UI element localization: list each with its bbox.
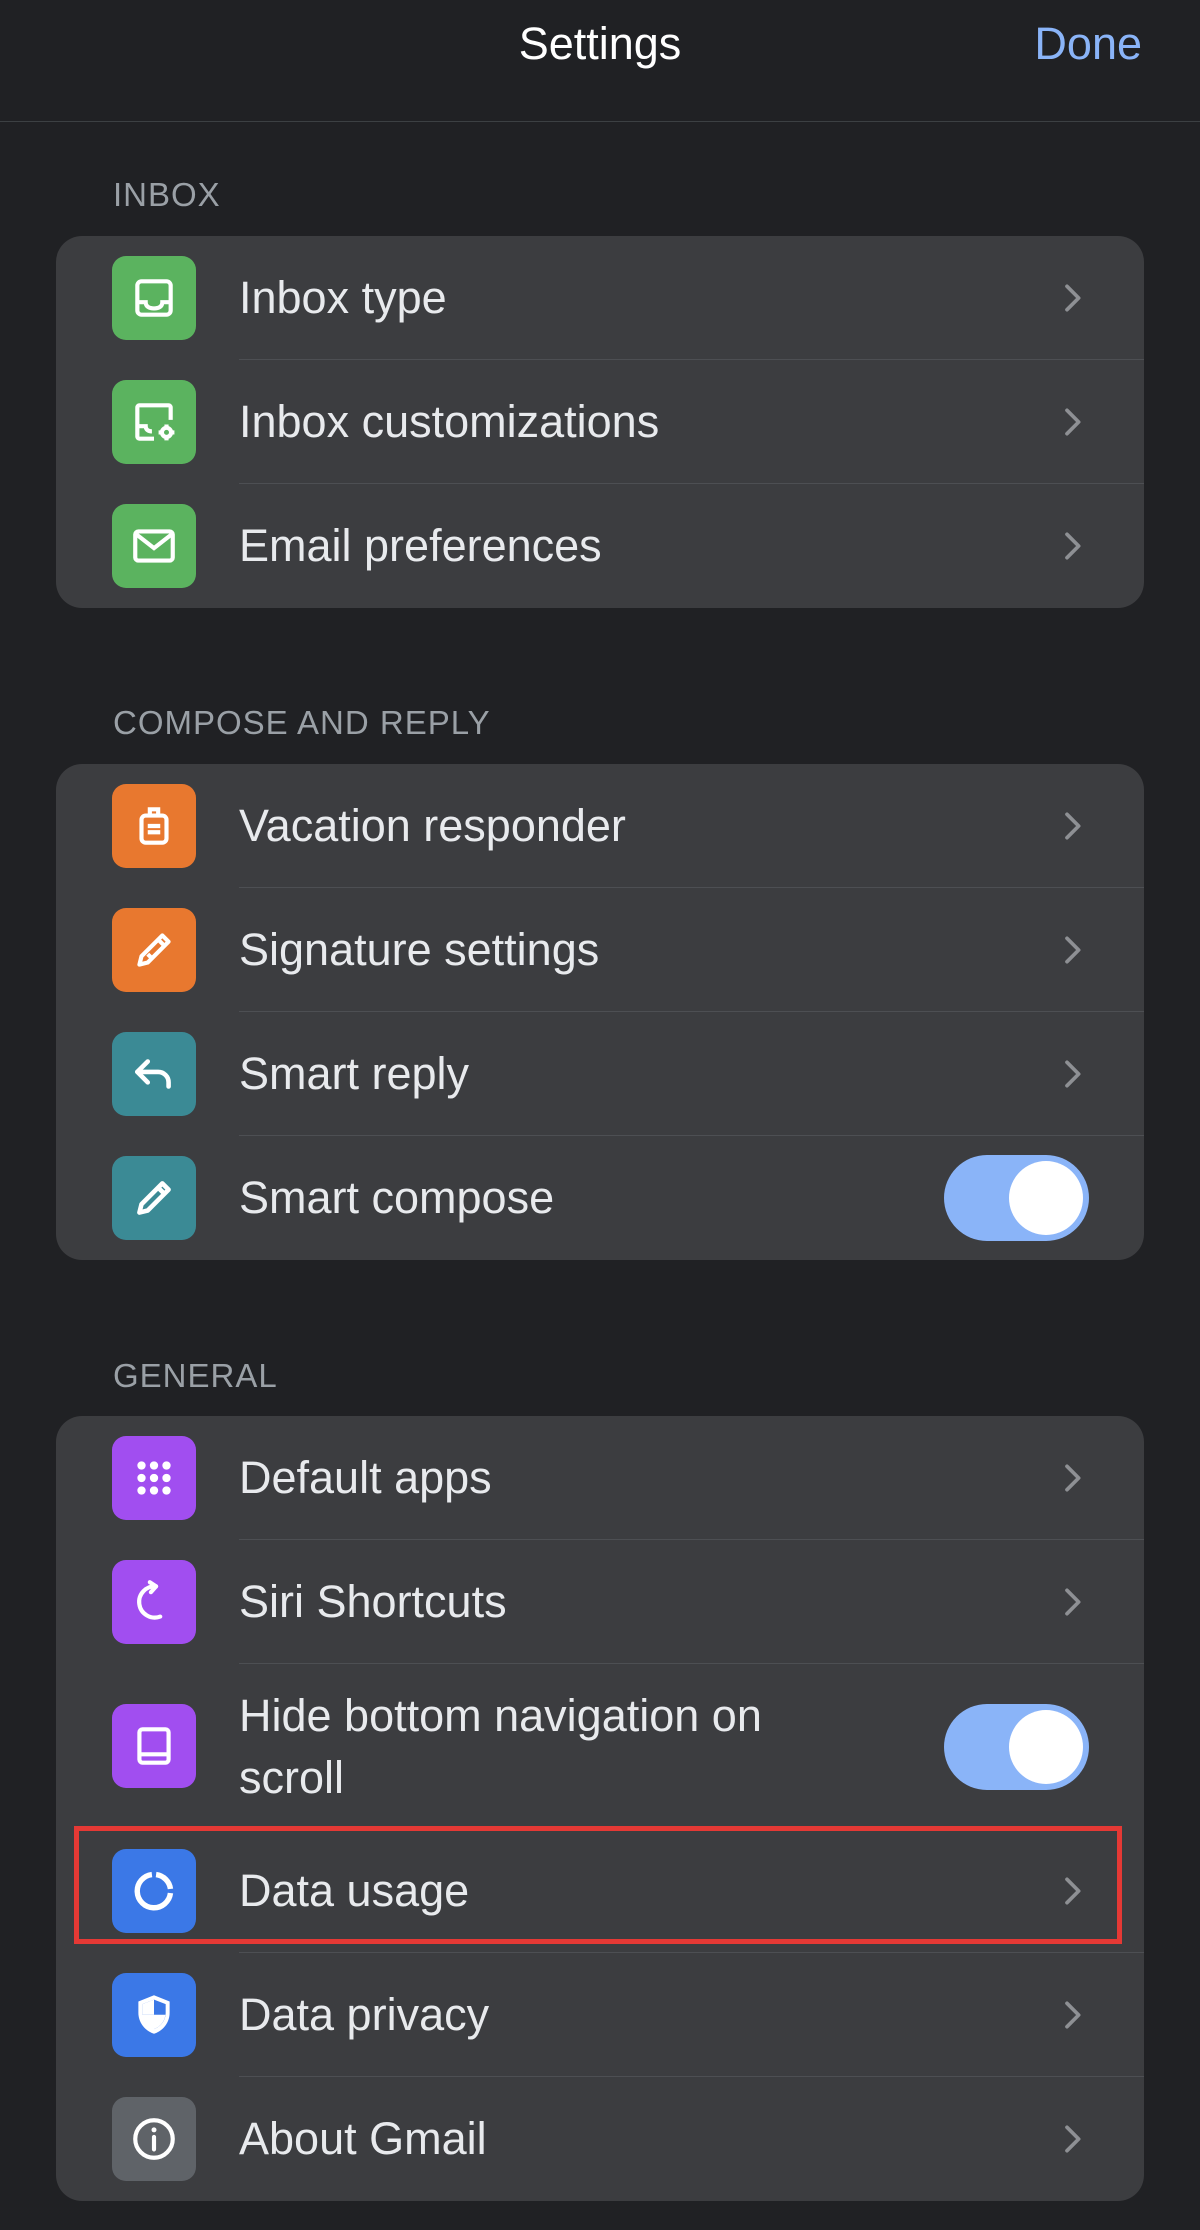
settings-screen: Settings Done INBOX Inbox type Inbox cus… [0, 0, 1200, 2230]
settings-row-hide-bottom-navigation: Hide bottom navigation on scroll [56, 1664, 1144, 1829]
settings-row-inbox-customizations[interactable]: Inbox customizations [56, 360, 1144, 484]
settings-row-label: Data usage [239, 1865, 470, 1916]
settings-row-signature-settings[interactable]: Signature settings [56, 888, 1144, 1012]
chevron-right-icon [1065, 2001, 1081, 2029]
data-usage-icon [112, 1849, 196, 1933]
settings-row-siri-shortcuts[interactable]: Siri Shortcuts [56, 1540, 1144, 1664]
inbox-settings-icon [112, 380, 196, 464]
section-header-compose: COMPOSE AND REPLY [113, 704, 491, 741]
settings-row-default-apps[interactable]: Default apps [56, 1416, 1144, 1540]
general-settings-group: Default apps Siri Shortcuts Hide bottom … [56, 1416, 1144, 2201]
settings-row-smart-reply[interactable]: Smart reply [56, 1012, 1144, 1136]
settings-row-label: About Gmail [239, 2113, 487, 2164]
signature-icon [112, 908, 196, 992]
reply-icon [112, 1032, 196, 1116]
settings-row-label: Hide bottom navigation on scroll [239, 1689, 762, 1803]
luggage-icon [112, 784, 196, 868]
chevron-right-icon [1065, 284, 1081, 312]
settings-row-email-preferences[interactable]: Email preferences [56, 484, 1144, 608]
settings-row-label: Vacation responder [239, 800, 626, 851]
settings-row-data-usage[interactable]: Data usage [56, 1829, 1144, 1953]
toggle-knob [1009, 1710, 1083, 1784]
settings-row-smart-compose: Smart compose [56, 1136, 1144, 1260]
settings-row-data-privacy[interactable]: Data privacy [56, 1953, 1144, 2077]
page-title: Settings [518, 18, 682, 69]
settings-row-about-gmail[interactable]: About Gmail [56, 2077, 1144, 2201]
chevron-right-icon [1065, 2125, 1081, 2153]
toggle-knob [1009, 1161, 1083, 1235]
chevron-right-icon [1065, 1464, 1081, 1492]
settings-row-label: Inbox type [239, 272, 447, 323]
section-header-inbox: INBOX [113, 176, 221, 213]
chevron-right-icon [1065, 1588, 1081, 1616]
shortcut-arrow-icon [112, 1560, 196, 1644]
info-icon [112, 2097, 196, 2181]
settings-row-label: Default apps [239, 1452, 492, 1503]
chevron-right-icon [1065, 532, 1081, 560]
inbox-icon [112, 256, 196, 340]
shield-icon [112, 1973, 196, 2057]
done-button[interactable]: Done [1034, 14, 1142, 74]
chevron-right-icon [1065, 408, 1081, 436]
apps-grid-icon [112, 1436, 196, 1520]
section-header-general: GENERAL [113, 1357, 278, 1394]
chevron-right-icon [1065, 1877, 1081, 1905]
settings-row-label: Smart compose [239, 1172, 555, 1223]
settings-row-vacation-responder[interactable]: Vacation responder [56, 764, 1144, 888]
chevron-right-icon [1065, 936, 1081, 964]
mail-icon [112, 504, 196, 588]
chevron-right-icon [1065, 812, 1081, 840]
settings-row-label: Signature settings [239, 924, 600, 975]
bottom-nav-icon [112, 1704, 196, 1788]
pencil-icon [112, 1156, 196, 1240]
compose-settings-group: Vacation responder Signature settings Sm… [56, 764, 1144, 1260]
navigation-bar: Settings Done [0, 0, 1200, 122]
settings-row-label: Inbox customizations [239, 396, 660, 447]
hide-bottom-navigation-toggle[interactable] [944, 1704, 1089, 1790]
settings-row-inbox-type[interactable]: Inbox type [56, 236, 1144, 360]
settings-row-label: Email preferences [239, 520, 602, 571]
settings-row-label: Siri Shortcuts [239, 1576, 507, 1627]
chevron-right-icon [1065, 1060, 1081, 1088]
settings-row-label: Data privacy [239, 1989, 490, 2040]
smart-compose-toggle[interactable] [944, 1155, 1089, 1241]
inbox-settings-group: Inbox type Inbox customizations Email pr… [56, 236, 1144, 608]
settings-row-label: Smart reply [239, 1048, 470, 1099]
